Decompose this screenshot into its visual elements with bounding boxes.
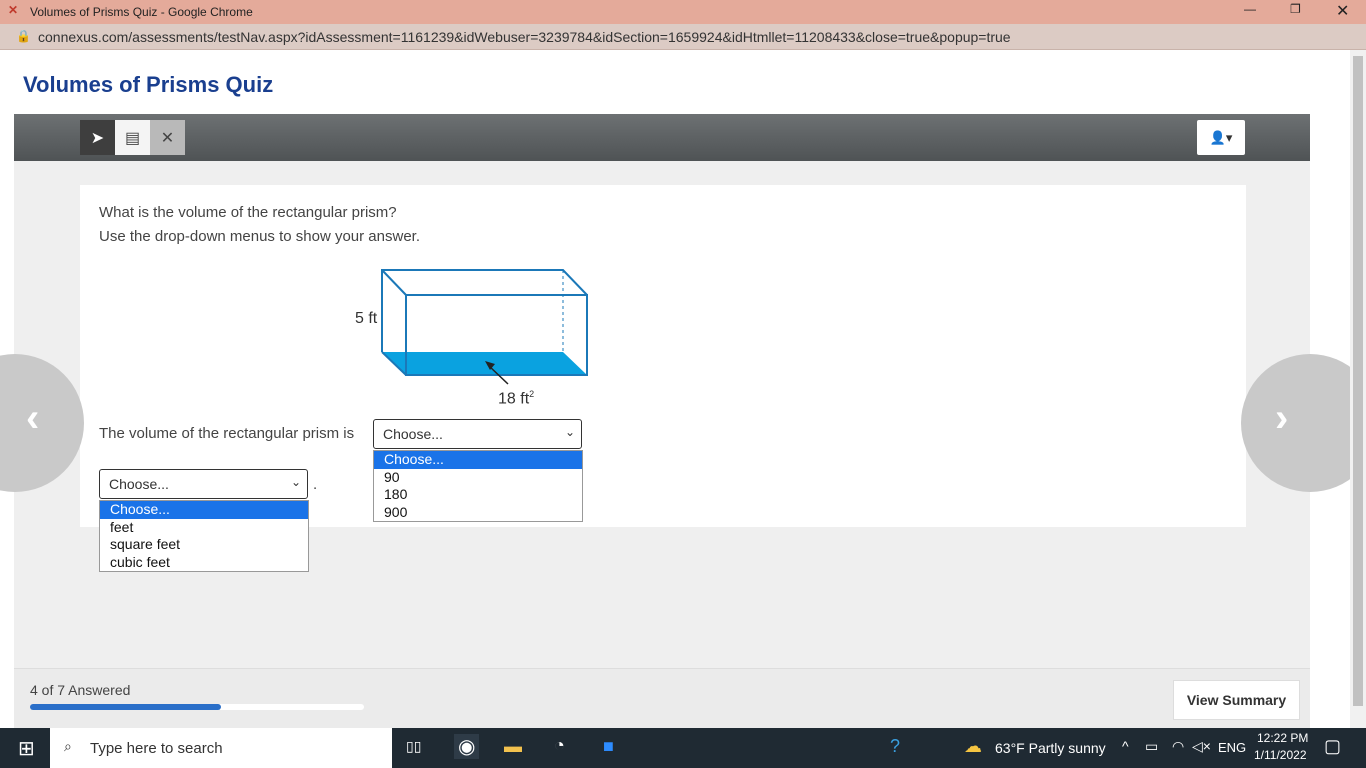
unit-option[interactable]: Choose... [100, 501, 308, 519]
minimize-button[interactable]: — [1244, 2, 1256, 16]
instruction-text: Use the drop-down menus to show your ans… [99, 228, 420, 245]
window-title: Volumes of Prisms Quiz - Google Chrome [30, 5, 253, 19]
language-indicator[interactable]: ENG [1218, 740, 1246, 755]
unit-option[interactable]: cubic feet [100, 554, 308, 572]
weather-text[interactable]: 63°F Partly sunny [995, 740, 1106, 756]
prism-diagram [381, 269, 588, 385]
unit-option[interactable]: feet [100, 519, 308, 537]
cursor-icon: ➤ [90, 129, 105, 147]
progress-fill [30, 704, 221, 710]
x-icon: ✕ [160, 129, 175, 147]
scrollbar-thumb[interactable] [1353, 56, 1363, 706]
volume-muted-icon[interactable]: ◁× [1192, 738, 1211, 755]
battery-icon[interactable]: ▭ [1145, 738, 1158, 755]
chrome-icon[interactable]: ◉ [454, 734, 480, 759]
volume-options-list: Choose... 90 180 900 [373, 450, 583, 522]
base-face [382, 352, 587, 375]
volume-dropdown[interactable]: Choose... ⌄ [373, 419, 582, 449]
tray-chevron-icon[interactable]: ^ [1122, 738, 1129, 754]
base-area-label: 18 ft2 [498, 389, 534, 408]
chevron-down-icon: ⌄ [290, 475, 301, 489]
quiz-footer: 4 of 7 Answered View Summary [14, 668, 1310, 728]
sentence-period: . [313, 476, 318, 493]
user-icon: 👤▾ [1209, 129, 1233, 145]
page-title: Volumes of Prisms Quiz [23, 72, 274, 97]
file-explorer-icon[interactable]: ▬ [504, 736, 522, 757]
connexus-logo-icon: ✕ [8, 3, 19, 17]
help-icon[interactable]: ? [890, 736, 900, 757]
progress-bar [30, 704, 364, 710]
page-scrollbar[interactable] [1350, 50, 1366, 728]
question-text: What is the volume of the rectangular pr… [99, 204, 397, 221]
unit-options-list: Choose... feet square feet cubic feet [99, 500, 309, 572]
height-label: 5 ft [355, 310, 378, 327]
chevron-right-icon: › [1275, 396, 1289, 440]
task-view-icon[interactable]: ▯▯ [406, 738, 421, 755]
next-question-button[interactable]: › [1241, 354, 1366, 492]
notes-tool-button[interactable]: ▤ [115, 120, 150, 155]
user-menu-button[interactable]: 👤▾ [1197, 120, 1245, 155]
volume-dropdown-value: Choose... [383, 426, 443, 442]
answered-count: 4 of 7 Answered [30, 682, 131, 698]
answer-sentence: The volume of the rectangular prism is [99, 425, 355, 442]
close-button[interactable]: ✕ [1336, 1, 1349, 21]
url-text[interactable]: connexus.com/assessments/testNav.aspx?id… [38, 29, 1011, 45]
windows-start-icon[interactable]: ⊞ [18, 736, 35, 761]
taskbar-search[interactable]: ⌕ Type here to search [50, 728, 392, 768]
base-area-value: 18 ft [498, 390, 530, 408]
weather-icon: ☁ [964, 736, 982, 756]
chevron-down-icon: ⌄ [564, 425, 575, 439]
eliminate-tool-button[interactable]: ✕ [150, 120, 185, 155]
quiz-toolbar: ➤ ▤ ✕ 👤▾ [14, 114, 1310, 161]
volume-option[interactable]: 90 [374, 469, 582, 487]
zoom-icon[interactable]: ■ [603, 736, 614, 757]
clock-date[interactable]: 1/11/2022 [1254, 748, 1307, 762]
chevron-left-icon: ‹ [26, 396, 40, 440]
notifications-icon[interactable]: ▢ [1324, 736, 1341, 757]
unit-dropdown-value: Choose... [109, 476, 169, 492]
restore-button[interactable]: ❐ [1290, 2, 1301, 16]
note-icon: ▤ [124, 129, 141, 147]
wifi-icon[interactable]: ◠ [1172, 738, 1184, 755]
clock-time[interactable]: 12:22 PM [1257, 731, 1308, 745]
taskbar: ⊞ ⌕ Type here to search ▯▯ ◉ ▬ ◔ ■ ? ☁ 6… [0, 728, 1366, 768]
title-bar: ✕ Volumes of Prisms Quiz - Google Chrome… [0, 0, 1366, 24]
unit-option[interactable]: square feet [100, 536, 308, 554]
view-summary-button[interactable]: View Summary [1173, 680, 1300, 720]
lock-icon: 🔒 [16, 29, 31, 43]
address-bar[interactable]: 🔒 connexus.com/assessments/testNav.aspx?… [0, 24, 1366, 50]
pointer-tool-button[interactable]: ➤ [80, 120, 115, 155]
clock-app-icon[interactable]: ◔ [554, 735, 565, 756]
search-placeholder: Type here to search [90, 740, 223, 757]
volume-option[interactable]: Choose... [374, 451, 582, 469]
volume-option[interactable]: 900 [374, 504, 582, 522]
unit-dropdown[interactable]: Choose... ⌄ [99, 469, 308, 499]
volume-option[interactable]: 180 [374, 486, 582, 504]
search-icon: ⌕ [64, 738, 72, 754]
base-area-exponent: 2 [529, 389, 535, 399]
